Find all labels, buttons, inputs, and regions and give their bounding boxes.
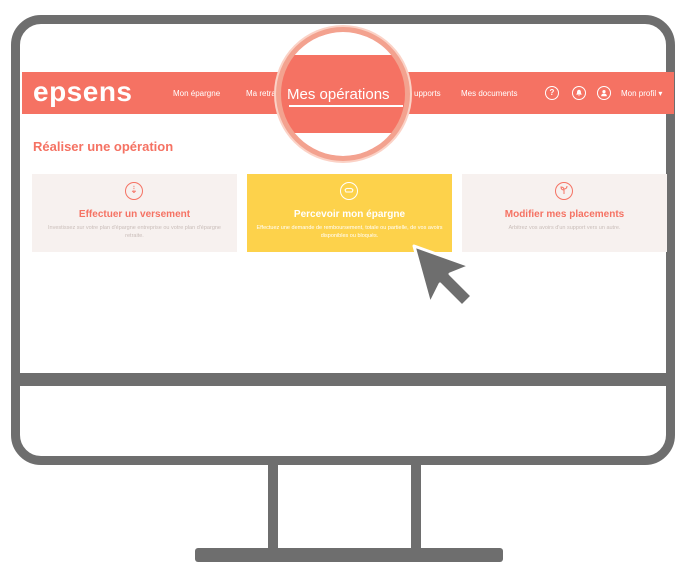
plant-icon bbox=[555, 182, 573, 200]
nav-item-mes-operations[interactable]: Mes opérations bbox=[287, 86, 390, 103]
active-nav-underline bbox=[289, 105, 403, 107]
epsens-logo[interactable]: epsens bbox=[33, 76, 133, 108]
nav-item-mon-epargne[interactable]: Mon épargne bbox=[173, 89, 220, 98]
card-percevoir-epargne[interactable]: Percevoir mon épargne Effectuez une dema… bbox=[247, 174, 452, 252]
card-description: Effectuez une demande de remboursement, … bbox=[256, 225, 443, 239]
savings-icon bbox=[340, 182, 358, 200]
magnifier-lens: Mes opérations bbox=[276, 27, 410, 161]
card-modifier-placements[interactable]: Modifier mes placements Arbitrez vos avo… bbox=[462, 174, 667, 252]
chevron-down-icon: ▾ bbox=[658, 89, 663, 98]
question-icon: ? bbox=[549, 88, 555, 97]
card-description: Arbitrez vos avoirs d'un support vers un… bbox=[508, 225, 621, 231]
download-icon: ⇣ bbox=[125, 182, 143, 200]
card-title: Effectuer un versement bbox=[78, 209, 191, 220]
card-title: Modifier mes placements bbox=[504, 209, 625, 220]
monitor-chin bbox=[11, 373, 675, 386]
nav-item-supports[interactable]: upports bbox=[414, 89, 441, 98]
nav-item-ma-retraite[interactable]: Ma retra bbox=[246, 89, 276, 98]
card-description: Investissez sur votre plan d'épargne ent… bbox=[47, 225, 221, 239]
page-title: Réaliser une opération bbox=[33, 139, 174, 154]
mouse-cursor-icon bbox=[412, 244, 474, 308]
nav-item-mes-documents[interactable]: Mes documents bbox=[461, 89, 517, 98]
user-button[interactable] bbox=[597, 86, 611, 100]
monitor-stand-base bbox=[195, 548, 503, 562]
profile-menu[interactable]: Mon profil ▾ bbox=[621, 89, 662, 98]
help-button[interactable]: ? bbox=[545, 86, 559, 100]
user-icon bbox=[601, 89, 607, 96]
notifications-button[interactable] bbox=[572, 86, 586, 100]
monitor-stand-neck bbox=[268, 460, 421, 558]
card-effectuer-versement[interactable]: ⇣ Effectuer un versement Investissez sur… bbox=[32, 174, 237, 252]
card-title: Percevoir mon épargne bbox=[293, 209, 406, 220]
profile-label: Mon profil bbox=[621, 89, 657, 98]
bell-icon bbox=[576, 89, 582, 96]
